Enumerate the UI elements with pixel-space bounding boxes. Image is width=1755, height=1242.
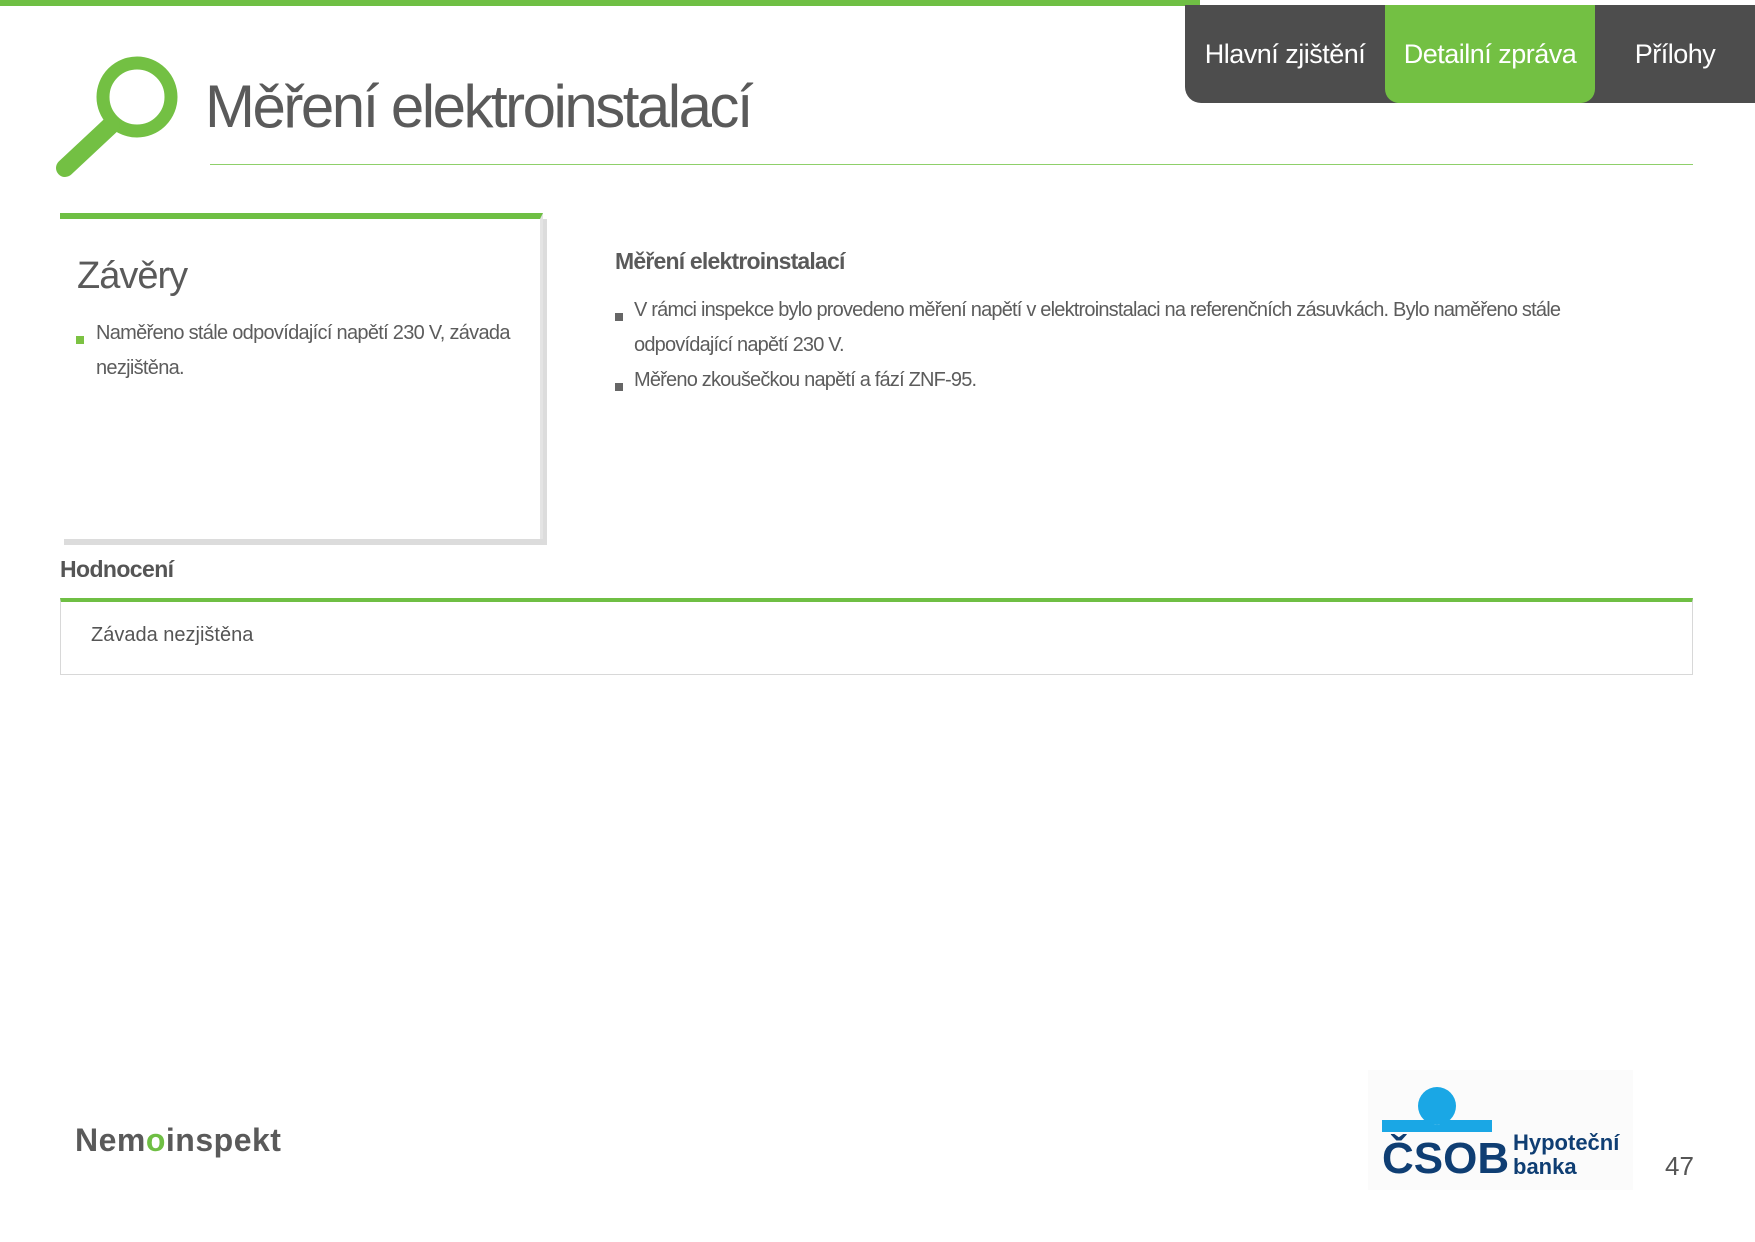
list-item: Naměřeno stále odpovídající napětí 230 V… [76,316,516,386]
svg-text:Hypoteční: Hypoteční [1513,1130,1620,1155]
svg-text:banka: banka [1513,1154,1577,1179]
rating-value: Závada nezjištěna [91,624,254,646]
conclusions-list: Naměřeno stále odpovídající napětí 230 V… [76,316,516,386]
page-number: 47 [1665,1151,1694,1181]
tab-prilohy[interactable]: Přílohy [1595,5,1755,103]
svg-text:ČSOB: ČSOB [1382,1132,1509,1183]
bullet-icon [615,383,623,391]
detail-text: V rámci inspekce bylo provedeno měření n… [634,299,1561,356]
tab-detailni-zprava[interactable]: Detailní zpráva [1385,5,1595,103]
conclusions-heading: Závěry [77,255,188,297]
list-item: Měřeno zkoušečkou napětí a fází ZNF-95. [615,363,1615,398]
detail-section: Měření elektroinstalací V rámci inspekce… [615,248,1615,398]
top-accent-line [0,0,1200,6]
rating-box: Závada nezjištěna [60,598,1693,675]
bullet-icon [615,313,623,321]
title-divider [210,164,1693,165]
conclusion-text: Naměřeno stále odpovídající napětí 230 V… [96,322,510,379]
magnifier-icon [56,56,178,177]
detail-heading: Měření elektroinstalací [615,248,845,274]
detail-list: V rámci inspekce bylo provedeno měření n… [615,293,1615,398]
detail-text: Měřeno zkoušečkou napětí a fází ZNF-95. [634,369,977,391]
nemoinspekt-logo: Nemoinspekt [75,1122,282,1158]
tab-hlavni-zjisteni[interactable]: Hlavní zjištění [1185,5,1385,103]
section-tabs: Hlavní zjištění Detailní zpráva Přílohy [1185,5,1755,103]
page-title: Měření elektroinstalací [205,73,754,140]
list-item: V rámci inspekce bylo provedeno měření n… [615,293,1615,363]
bullet-icon [76,336,84,344]
csob-hypotecni-banka-logo: ČSOB Hypoteční banka [1368,1070,1633,1190]
conclusions-panel: Závěry Naměřeno stále odpovídající napět… [60,213,543,539]
rating-label: Hodnocení [60,556,174,582]
